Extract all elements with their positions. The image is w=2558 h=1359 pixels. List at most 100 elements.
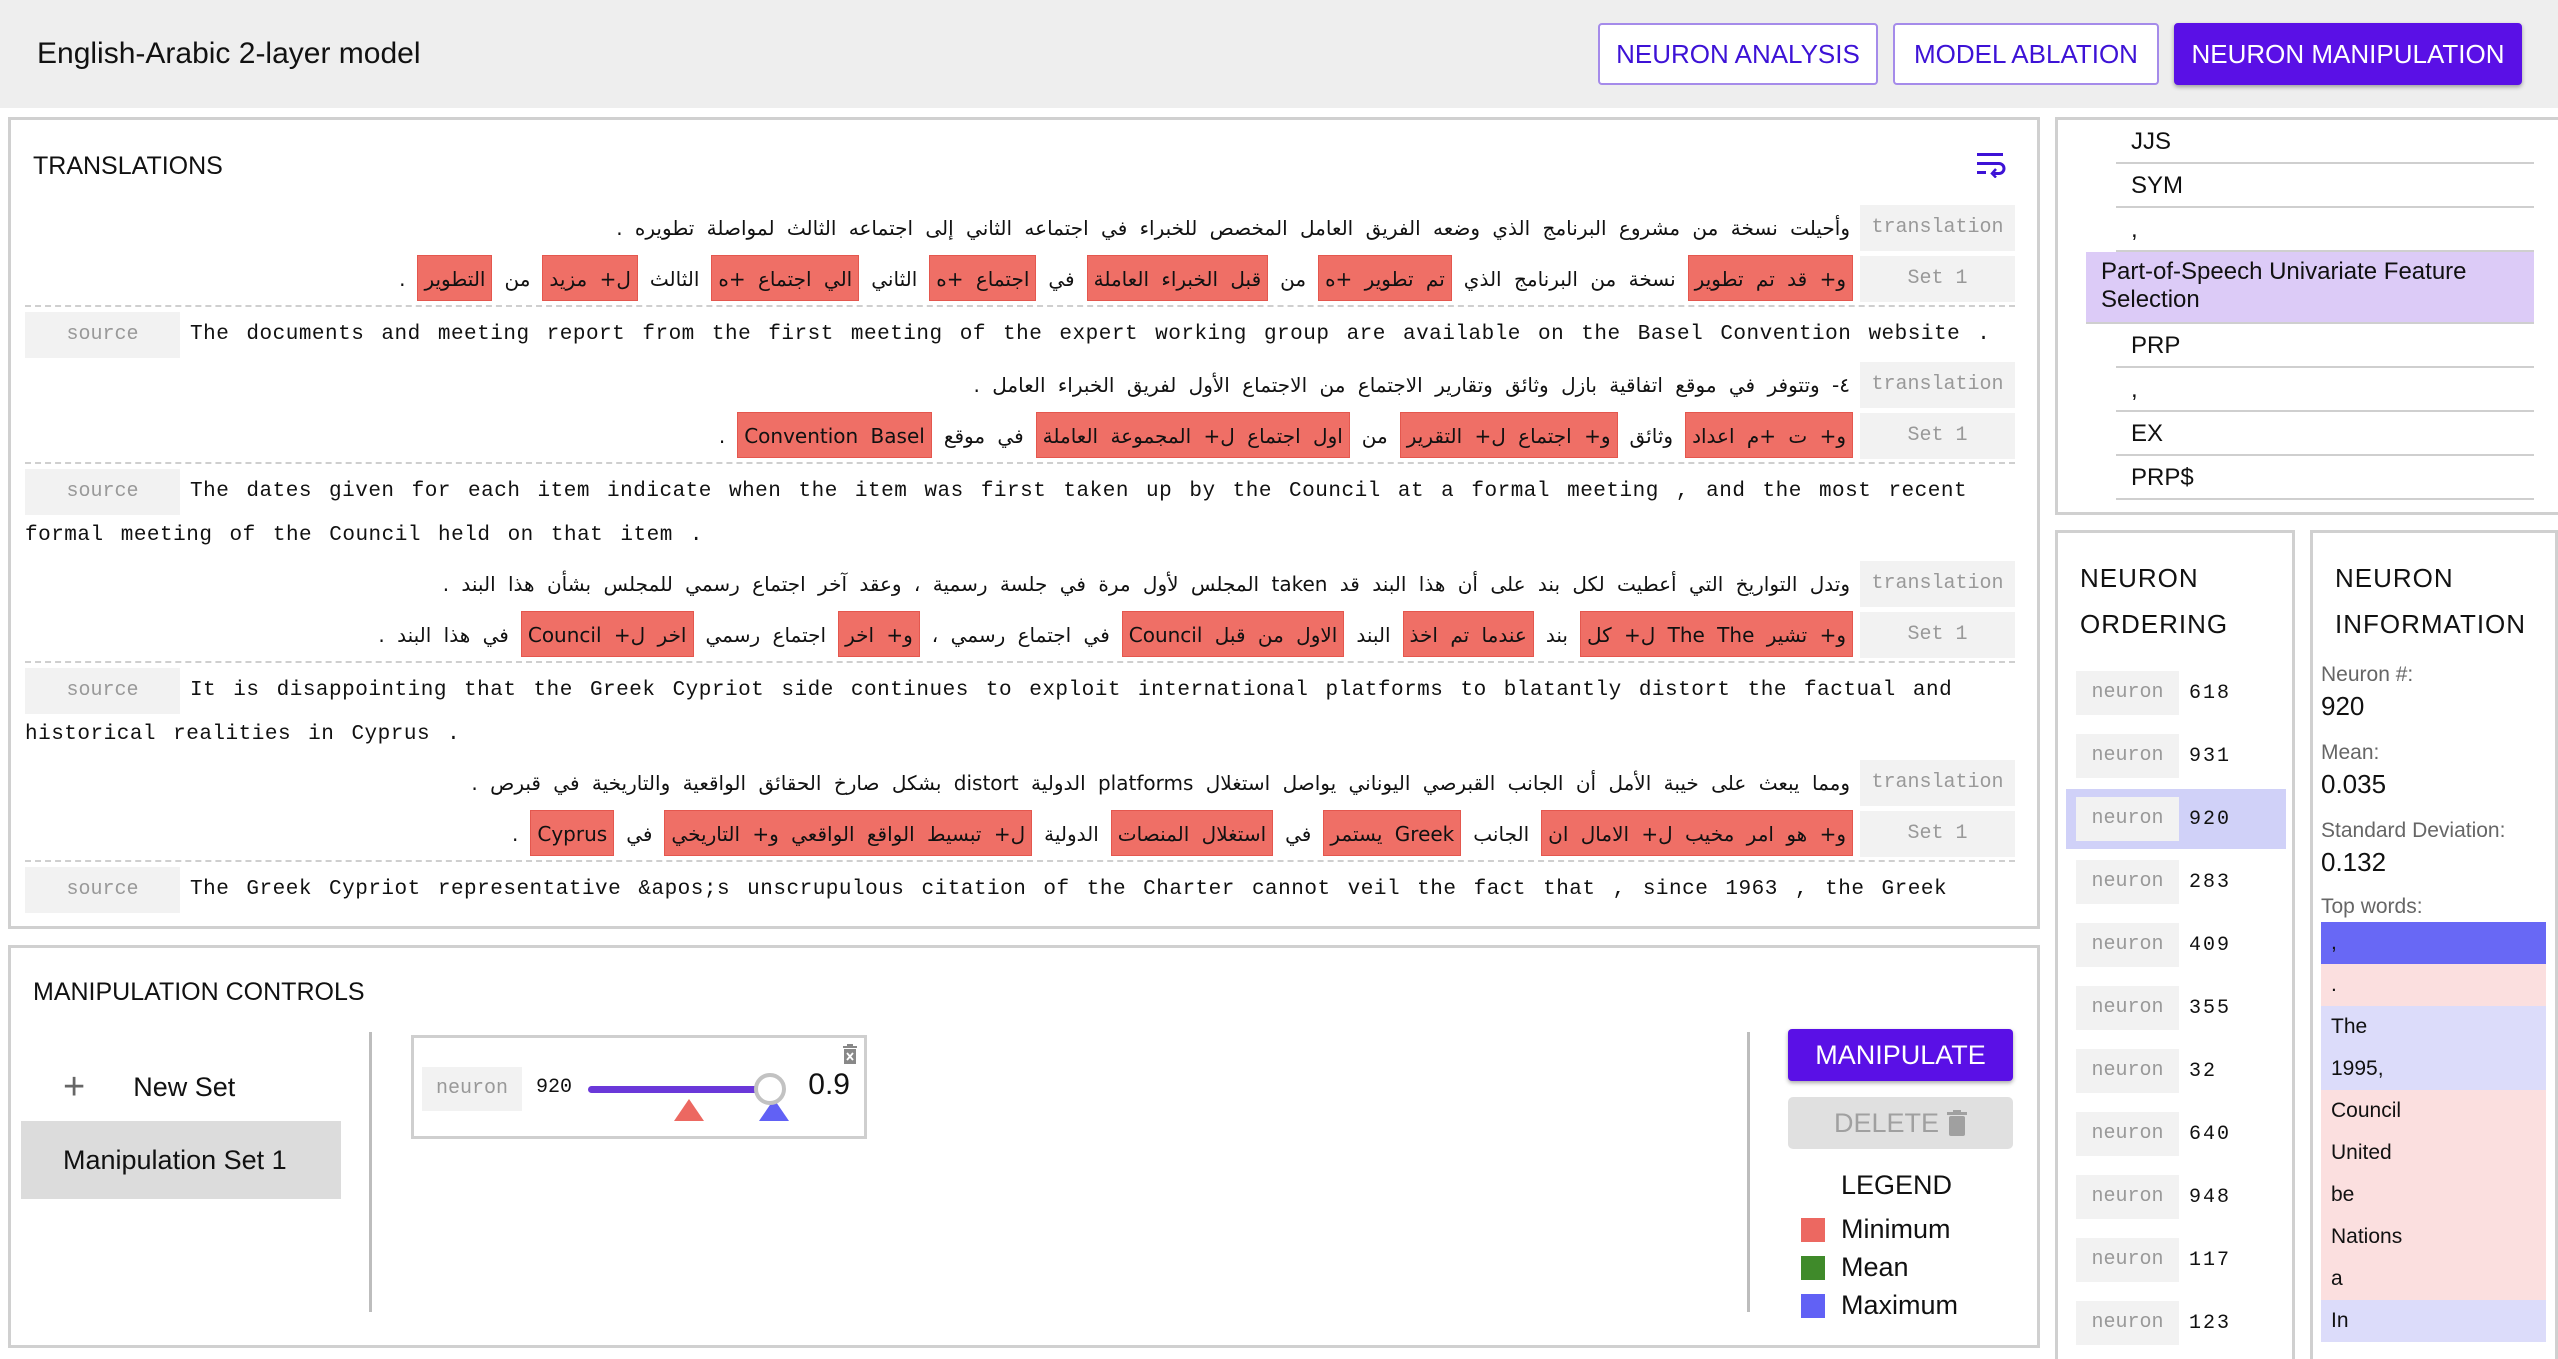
neuron-label: neuron [2076, 1112, 2179, 1156]
neuron-number-label: Neuron #: [2321, 663, 2414, 686]
translations-title: TRANSLATIONS [33, 152, 223, 180]
manipulated-translation-text: و+ هو امر مخيب ل+ الامال ان الجانب Greek ي… [25, 810, 1860, 857]
top-word: be [2321, 1174, 2546, 1216]
neuron-ordering-item[interactable]: neuron 32 [2066, 1041, 2286, 1101]
changed-token: عندما تم اخذ [1402, 611, 1534, 657]
neuron-id: 920 [536, 1076, 573, 1099]
mean-label: Mean: [2321, 741, 2380, 764]
neuron-id: 931 [2189, 744, 2232, 768]
translations-panel: TRANSLATIONS translation وأحيلت نسخة من م… [8, 117, 2040, 929]
top-word: . [2321, 964, 2546, 1006]
source-row: source The Greek Cypriot representative &… [25, 865, 2015, 915]
plus-icon: + [63, 1066, 86, 1108]
neuron-id: 948 [2189, 1185, 2232, 1209]
translation-label: translation [1860, 561, 2015, 607]
neuron-analysis-tab[interactable]: NEURON ANALYSIS [1598, 23, 1878, 85]
source-content: source The dates given for each item indi… [25, 467, 2015, 559]
neuron-ordering-item[interactable]: neuron 117 [2066, 1230, 2286, 1290]
token: من [1361, 424, 1388, 448]
pos-item[interactable]: , [2116, 208, 2534, 252]
neuron-ordering-item[interactable]: neuron 618 [2066, 663, 2286, 723]
changed-token: و+ ت +م اعداد [1685, 412, 1853, 458]
translation-label: translation [1860, 760, 2015, 806]
changed-token: استغلال المنصات [1110, 810, 1274, 856]
source-content: source It is disappointing that the Greek… [25, 666, 2015, 758]
top-word: The [2321, 1006, 2546, 1048]
top-word: 1995, [2321, 1048, 2546, 1090]
feature-selection-header[interactable]: Part-of-Speech Univariate Feature Select… [2086, 252, 2534, 324]
neuron-information-panel: NEURON INFORMATION Neuron #: 920 Mean: 0… [2310, 530, 2558, 1359]
neuron-ordering-item[interactable]: neuron 948 [2066, 1167, 2286, 1227]
legend-maximum: Maximum [1801, 1290, 1958, 1321]
legend-minimum: Minimum [1801, 1214, 1951, 1245]
token: في [1048, 267, 1075, 291]
neuron-label: neuron [2076, 923, 2179, 967]
divider [1747, 1032, 1750, 1312]
source-label: source [25, 867, 180, 913]
source-text: The documents and meeting report from th… [190, 323, 1991, 346]
new-set-button[interactable]: + New Set [63, 1066, 235, 1109]
neuron-ordering-item[interactable]: neuron 409 [2066, 915, 2286, 975]
translation-block: source It is disappointing that the Greek… [25, 663, 2015, 862]
divider [369, 1032, 372, 1312]
pos-item[interactable]: , [2116, 368, 2534, 412]
pos-item[interactable]: PRP$ [2116, 456, 2534, 500]
translation-block: source The dates given for each item indi… [25, 464, 2015, 663]
neuron-id: 355 [2189, 996, 2232, 1020]
changed-token: و+ هو امر مخيب ل+ الامال ان [1541, 810, 1853, 856]
legend-label: Minimum [1841, 1214, 1951, 1244]
manipulate-button[interactable]: MANIPULATE [1788, 1029, 2013, 1081]
neuron-label: neuron [2076, 986, 2179, 1030]
manipulation-title: MANIPULATION CONTROLS [33, 978, 365, 1006]
token: من [504, 267, 531, 291]
translation-text: وأحيلت نسخة من مشروع البرنامج الذي وضعه … [616, 216, 1850, 240]
neuron-ordering-item[interactable]: neuron 283 [2066, 852, 2286, 912]
wrap-text-icon[interactable] [1975, 150, 2007, 178]
pos-item[interactable]: SYM [2116, 164, 2534, 208]
neuron-ordering-item[interactable]: neuron 123 [2066, 1293, 2286, 1353]
pos-item[interactable]: PRP [2116, 324, 2534, 368]
neuron-ordering-title: NEURON ORDERING [2080, 555, 2228, 647]
slider-track[interactable] [588, 1086, 782, 1093]
minimum-swatch [1801, 1217, 1825, 1242]
translation-block: source The Greek Cypriot representative &… [25, 862, 2015, 918]
translation-block: source The documents and meeting report f… [25, 307, 2015, 464]
remove-neuron-icon[interactable] [842, 1044, 858, 1064]
token: . [399, 267, 406, 291]
top-word: , [2321, 922, 2546, 964]
maximum-swatch [1801, 1293, 1825, 1318]
pos-item[interactable]: JJS [2116, 120, 2534, 164]
token: في [1285, 822, 1312, 846]
pos-item[interactable]: EX [2116, 412, 2534, 456]
translation-text: ٤- وتتوفر في موقع اتفاقية بازل وثائق وتق… [973, 373, 1850, 397]
changed-token: اخر ل+ Council [520, 611, 694, 657]
neuron-value-slider[interactable] [588, 1073, 790, 1121]
neuron-id: 123 [2189, 1311, 2232, 1335]
source-row: source The documents and meeting report f… [25, 310, 2015, 360]
top-word: Council [2321, 1090, 2546, 1132]
token: الثالث [649, 267, 700, 291]
delete-button[interactable]: DELETE [1788, 1097, 2013, 1149]
model-ablation-tab[interactable]: MODEL ABLATION [1893, 23, 2159, 85]
delete-label: DELETE [1833, 1107, 1940, 1138]
neuron-ordering-item[interactable]: neuron 920 [2066, 789, 2286, 849]
neuron-ordering-item[interactable]: neuron 640 [2066, 1104, 2286, 1164]
neuron-label: neuron [422, 1067, 522, 1111]
manipulation-set-item[interactable]: Manipulation Set 1 [21, 1121, 341, 1199]
source-text: It is disappointing that the Greek Cypri… [25, 679, 1953, 746]
token: نسخة من البرنامج الذي [1463, 267, 1676, 291]
token: بند [1545, 623, 1568, 647]
neuron-ordering-item[interactable]: neuron 355 [2066, 978, 2286, 1038]
top-word: United [2321, 1132, 2546, 1174]
changed-token: Convention Basel [737, 412, 932, 458]
translation-row: translation ٤- وتتوفر في موقع اتفاقية باز… [25, 362, 2015, 408]
pos-item[interactable]: VBD [2116, 500, 2534, 512]
top-word: a [2321, 1258, 2546, 1300]
set-label: Set 1 [1860, 810, 2015, 857]
set-label: Set 1 [1860, 611, 2015, 658]
translation-text: ومما يبعث على خيبة الأمل أن الجانب القبر… [471, 771, 1850, 795]
neuron-ordering-item[interactable]: neuron 931 [2066, 726, 2286, 786]
feature-selection-list[interactable]: JJS SYM , Part-of-Speech Univariate Feat… [2055, 117, 2558, 515]
neuron-manipulation-tab[interactable]: NEURON MANIPULATION [2174, 23, 2522, 85]
std-value: 0.132 [2321, 847, 2387, 877]
